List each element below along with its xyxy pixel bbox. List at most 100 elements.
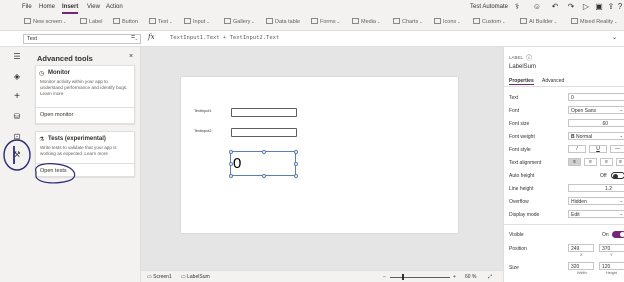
label-label: Label: [89, 19, 103, 25]
text-button[interactable]: Text⌄: [149, 18, 172, 25]
help-icon[interactable]: ?: [615, 2, 624, 12]
ai-builder-label: AI Builder: [529, 19, 553, 25]
resize-handle[interactable]: [228, 174, 233, 178]
auto-height-toggle[interactable]: [611, 172, 624, 179]
font-size-input[interactable]: 60: [568, 119, 624, 127]
fx-icon[interactable]: fx: [148, 33, 155, 41]
text-icon: [149, 18, 156, 24]
align-right-icon[interactable]: ≡: [600, 158, 613, 166]
chevron-down-icon: ⌄: [501, 19, 506, 24]
forms-button[interactable]: Forms⌄: [311, 18, 340, 25]
input-icon: [184, 18, 191, 24]
position-x-input[interactable]: 249: [568, 244, 594, 252]
height-input[interactable]: 120: [599, 262, 624, 270]
open-monitor-link[interactable]: Open monitor: [40, 112, 73, 118]
align-center-icon[interactable]: ≡: [584, 158, 597, 166]
zoom-slider[interactable]: [390, 277, 450, 278]
resize-handle[interactable]: [262, 174, 266, 178]
screen-breadcrumb[interactable]: ▭ Screen1: [147, 274, 172, 280]
italic-button[interactable]: /: [568, 145, 586, 153]
resize-handle[interactable]: [228, 162, 233, 166]
zoom-out-button[interactable]: −: [383, 274, 386, 280]
undo-icon[interactable]: ↶: [550, 2, 560, 12]
close-icon[interactable]: ×: [129, 53, 133, 60]
overflow-dropdown[interactable]: Hidden ⌄: [568, 197, 624, 205]
resize-handle[interactable]: [262, 149, 266, 154]
width-input[interactable]: 320: [568, 262, 594, 270]
mixed-reality-label: Mixed Reality: [580, 19, 614, 25]
position-label: Position: [509, 246, 527, 252]
menu-action[interactable]: Action: [106, 4, 123, 10]
font-dropdown[interactable]: Open Sans ⌄: [568, 106, 624, 114]
font-weight-dropdown[interactable]: B Normal ⌄: [568, 132, 624, 140]
underline-button[interactable]: U: [589, 145, 607, 153]
strikethrough-button[interactable]: —: [610, 145, 624, 153]
chevron-down-icon: ⌄: [619, 211, 623, 216]
menu-view[interactable]: View: [87, 4, 100, 10]
label-textinput2[interactable]: TextInput2: [194, 129, 212, 133]
new-screen-button[interactable]: New screen⌄: [24, 18, 66, 25]
chart-icon: [393, 18, 400, 24]
advanced-tools-icon[interactable]: ⚒: [12, 150, 22, 160]
zoom-slider-thumb[interactable]: [402, 274, 404, 280]
menu-file[interactable]: File: [22, 4, 32, 10]
position-y-input[interactable]: 370: [599, 244, 624, 252]
resize-handle[interactable]: [293, 149, 298, 154]
font-weight-label: Font weight: [509, 134, 535, 140]
save-icon[interactable]: ▣: [594, 2, 604, 12]
share-person-icon[interactable]: ☺: [532, 2, 542, 12]
mixed-reality-button[interactable]: Mixed Reality⌄: [571, 18, 617, 25]
tab-advanced[interactable]: Advanced: [542, 78, 564, 84]
gallery-button[interactable]: Gallery⌄: [224, 18, 255, 25]
input-button[interactable]: Input⌄: [184, 18, 210, 25]
label-sum[interactable]: 0: [228, 149, 298, 178]
icons-button[interactable]: Icons⌄: [434, 18, 461, 25]
align-justify-icon[interactable]: ≡: [616, 158, 624, 166]
media-icon[interactable]: ⊡: [12, 132, 22, 142]
label-textinput1[interactable]: TextInput1: [194, 109, 212, 113]
app-checker-icon[interactable]: ⚕: [512, 2, 522, 12]
zoom-in-button[interactable]: +: [453, 274, 456, 280]
resize-handle[interactable]: [293, 162, 298, 166]
screen-canvas[interactable]: TextInput1 TextInput2 0: [181, 77, 458, 233]
chevron-down-icon: ⌄: [134, 36, 138, 41]
resize-handle[interactable]: [228, 149, 233, 154]
insert-plus-icon[interactable]: +: [12, 92, 22, 102]
menu-home[interactable]: Home: [39, 4, 55, 10]
textinput2-field[interactable]: [231, 128, 297, 137]
tab-properties[interactable]: Properties: [509, 78, 534, 86]
textinput1-field[interactable]: [231, 108, 297, 117]
fit-to-window-icon[interactable]: ⤢: [488, 274, 492, 280]
tree-view-icon[interactable]: ◈: [12, 72, 22, 82]
menu-insert[interactable]: Insert: [62, 4, 79, 14]
label-button[interactable]: Label: [80, 18, 102, 25]
button-button[interactable]: Button: [113, 18, 138, 25]
chevron-down-icon[interactable]: ⌄: [612, 34, 617, 41]
media-button[interactable]: Media⌄: [352, 18, 380, 25]
control-breadcrumb[interactable]: ▭ LabelSum: [181, 274, 210, 280]
data-table-button[interactable]: Data table: [266, 18, 300, 25]
resize-handle[interactable]: [293, 174, 298, 178]
equals-sign: =: [131, 34, 136, 41]
text-input[interactable]: 0: [568, 93, 624, 101]
monitor-title: Monitor: [48, 70, 70, 76]
play-icon[interactable]: ▷: [581, 2, 591, 12]
open-tests-link[interactable]: Open tests: [40, 168, 67, 174]
formula-input[interactable]: TextInput1.Text + TextInput2.Text: [170, 35, 279, 41]
line-height-value: 1.2: [605, 185, 612, 192]
align-left-icon[interactable]: ≡: [568, 158, 581, 166]
charts-button[interactable]: Charts⌄: [393, 18, 423, 25]
data-cylinder-icon[interactable]: ⛁: [12, 112, 22, 122]
line-height-input[interactable]: 1.2: [568, 184, 624, 192]
property-dropdown[interactable]: Text ⌄: [23, 34, 141, 44]
ribbon-toolbar: New screen⌄ Label Button Text⌄ Input⌄ Ga…: [0, 14, 624, 31]
display-mode-dropdown[interactable]: Edit ⌄: [568, 210, 624, 218]
panel-title: Advanced tools: [37, 54, 93, 63]
custom-button[interactable]: Custom⌄: [473, 18, 505, 25]
visible-toggle[interactable]: [612, 231, 624, 238]
input-label: Input: [193, 19, 206, 25]
redo-icon[interactable]: ↷: [566, 2, 576, 12]
help-icon[interactable]: ⓘ: [526, 53, 532, 62]
hamburger-menu-icon[interactable]: ☰: [12, 52, 22, 62]
ai-builder-button[interactable]: AI Builder⌄: [520, 18, 557, 25]
